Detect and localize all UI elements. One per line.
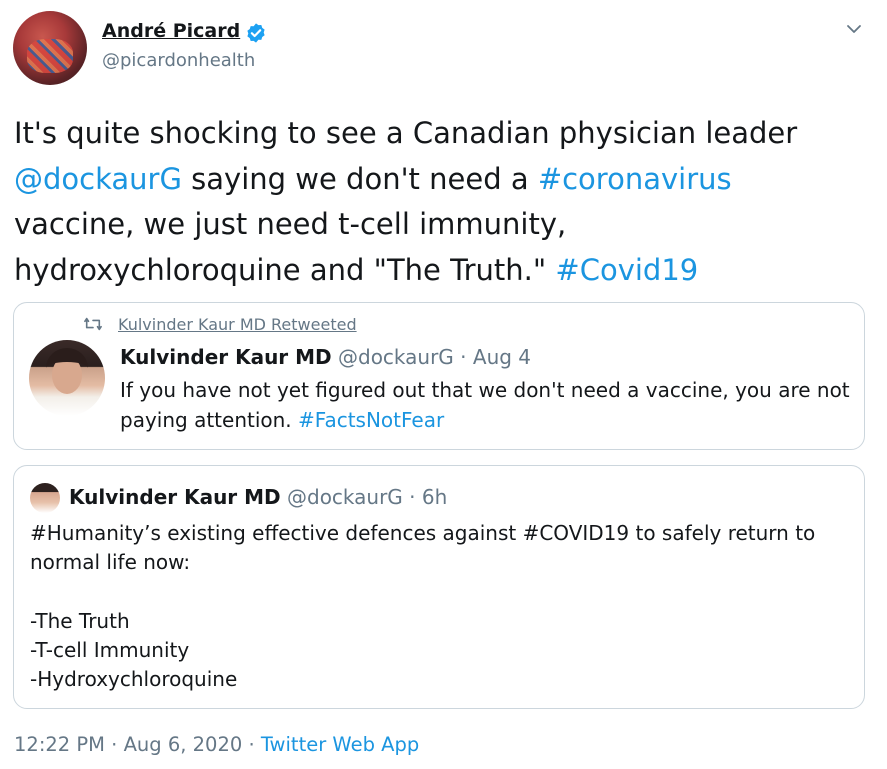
timestamp[interactable]: 12:22 PM · Aug 6, 2020 · [14, 733, 261, 756]
retweet-text: If you have not yet figured out that we … [120, 375, 855, 435]
mention-link[interactable]: @dockaurG [14, 162, 182, 196]
tweet-text-fragment: saying we don't need a [181, 161, 538, 196]
retweeted-by-label[interactable]: Kulvinder Kaur MD Retweeted [118, 315, 357, 334]
retweet-author-avatar[interactable] [29, 340, 105, 416]
quoted-text: #Humanity’s existing effective defences … [30, 519, 850, 695]
retweet-card[interactable]: Kulvinder Kaur MD Retweeted Kulvinder Ka… [13, 302, 865, 450]
source-link[interactable]: Twitter Web App [261, 733, 419, 756]
quoted-tweet-card[interactable]: Kulvinder Kaur MD @dockaurG · 6h #Humani… [13, 465, 865, 709]
quoted-text-line: -Hydroxychloroquine [30, 667, 238, 692]
retweet-header: Kulvinder Kaur MD @dockaurG · Aug 4 [120, 345, 531, 369]
quoted-text-line: #Humanity’s existing effective defences … [30, 521, 816, 545]
chevron-down-icon[interactable] [845, 20, 863, 38]
quoted-header: Kulvinder Kaur MD @dockaurG · 6h [69, 485, 447, 509]
tweet-text: It's quite shocking to see a Canadian ph… [14, 111, 874, 294]
quoted-author-name: Kulvinder Kaur MD [69, 485, 281, 509]
quoted-author-avatar [30, 483, 60, 513]
tweet-text-line: vaccine, we just need t-cell immunity, [14, 207, 567, 242]
retweet-author-name[interactable]: Kulvinder Kaur MD [120, 345, 332, 369]
hashtag-link[interactable]: #coronavirus [538, 162, 732, 196]
retweet-icon [84, 317, 102, 331]
retweet-text-line: If you have not yet figured out that we … [120, 378, 850, 402]
quoted-text-line: -T-cell Immunity [30, 638, 190, 663]
quoted-text-line: -The Truth [30, 608, 130, 633]
tweet-footer: 12:22 PM · Aug 6, 2020 · Twitter Web App [14, 733, 419, 756]
author-avatar[interactable] [13, 11, 87, 85]
hashtag-link[interactable]: #FactsNotFear [298, 408, 444, 432]
hashtag-link[interactable]: #Covid19 [555, 253, 698, 287]
retweet-text-fragment: paying attention. [120, 408, 299, 432]
author-handle[interactable]: @picardonhealth [102, 50, 255, 71]
tweet-text-line: @dockaurG saying we don't need a #corona… [14, 157, 874, 203]
author-name[interactable]: André Picard [102, 20, 240, 42]
retweet-text-line: paying attention. #FactsNotFear [120, 405, 855, 435]
retweet-meta: @dockaurG · Aug 4 [331, 345, 532, 369]
quoted-text-line [30, 578, 850, 607]
tweet-text-line: hydroxychloroquine and "The Truth." #Cov… [14, 248, 874, 294]
tweet-text-line: It's quite shocking to see a Canadian ph… [14, 116, 798, 150]
quoted-text-line: normal life now: [30, 550, 191, 575]
tweet-text-fragment: hydroxychloroquine and "The Truth." [14, 253, 556, 288]
verified-badge-icon [247, 23, 265, 43]
quoted-meta: @dockaurG · 6h [280, 485, 448, 509]
